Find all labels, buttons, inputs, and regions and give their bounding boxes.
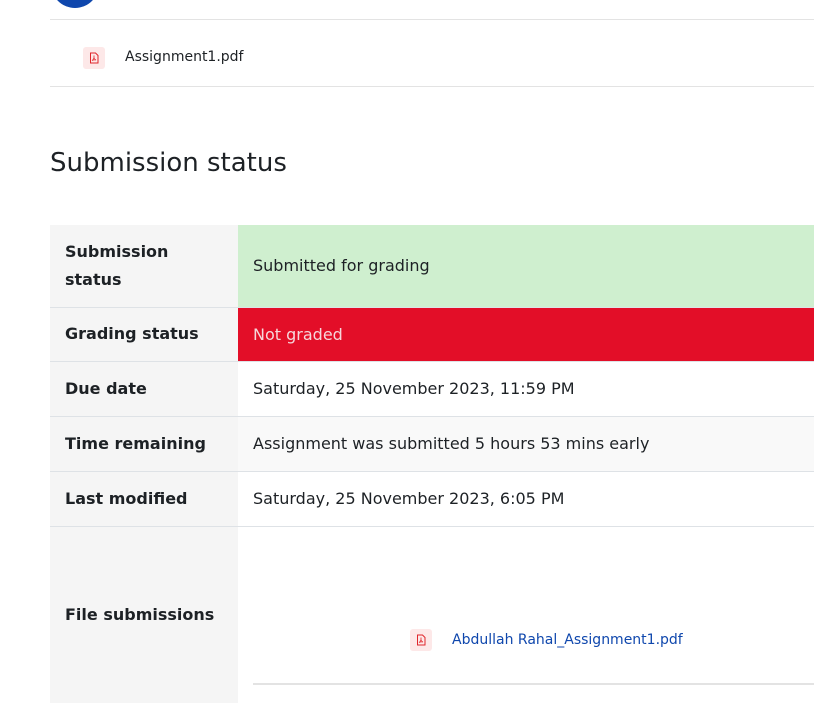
pdf-file-icon [83,47,105,69]
table-row: Time remaining Assignment was submitted … [50,416,814,472]
table-row: Due date Saturday, 25 November 2023, 11:… [50,361,814,417]
table-row: Submission status Submitted for grading [50,225,814,308]
last-modified-value: Saturday, 25 November 2023, 6:05 PM [238,471,814,527]
divider [253,682,814,685]
grading-status-value: Not graded [238,307,814,362]
pdf-file-icon [410,628,432,651]
row-label: File submissions [50,526,238,703]
file-entry: Abdullah Rahal_Assignment1.pdf [410,628,683,651]
row-label: Due date [50,361,238,417]
table-row: File submissions Abdullah Rahal_Assignme… [50,526,814,703]
table-row: Last modified Saturday, 25 November 2023… [50,471,814,527]
intro-attachment-row: Assignment1.pdf [50,20,814,87]
file-submissions-cell: Abdullah Rahal_Assignment1.pdf [238,526,814,703]
row-label: Submission status [50,225,238,308]
submission-status-value: Submitted for grading [238,225,814,308]
submitted-file-link[interactable]: Abdullah Rahal_Assignment1.pdf [452,632,683,648]
due-date-value: Saturday, 25 November 2023, 11:59 PM [238,361,814,417]
assignment-page: Assignment1.pdf Submission status Submis… [0,0,814,703]
row-label: Grading status [50,307,238,362]
row-label: Time remaining [50,416,238,472]
time-remaining-value: Assignment was submitted 5 hours 53 mins… [238,416,814,472]
intro-attachment-link[interactable]: Assignment1.pdf [125,49,244,65]
submission-status-table: Submission status Submitted for grading … [50,225,814,703]
avatar[interactable] [51,0,99,8]
submission-status-heading: Submission status [50,148,287,178]
table-row: Grading status Not graded [50,307,814,362]
row-label: Last modified [50,471,238,527]
